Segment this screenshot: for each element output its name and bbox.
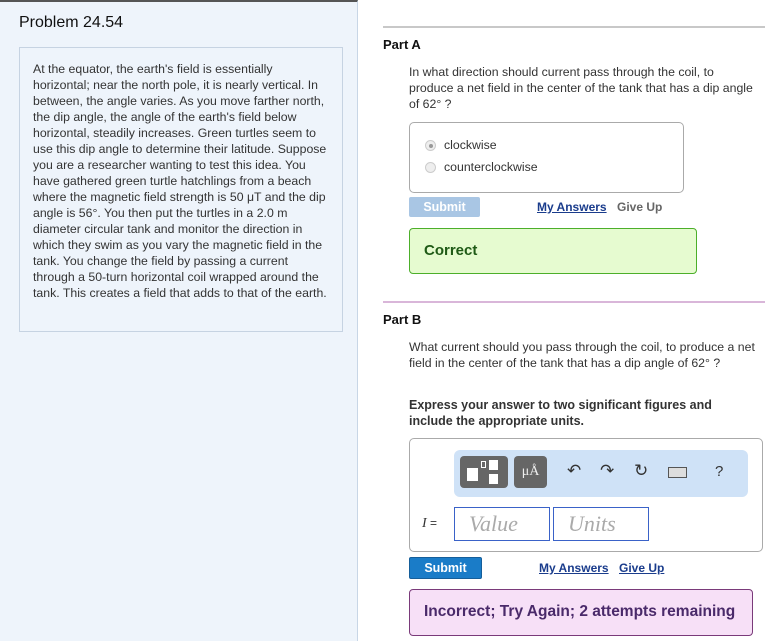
part-b-submit-button[interactable]: Submit (409, 557, 482, 579)
option-label: clockwise (444, 138, 497, 152)
radio-selected-icon[interactable] (425, 139, 436, 151)
part-a-question: In what direction should current pass th… (409, 65, 753, 111)
part-a-submit-button[interactable]: Submit (409, 197, 480, 217)
help-button[interactable]: ? (715, 463, 723, 480)
radio-icon[interactable] (425, 161, 436, 173)
correct-feedback: Correct (409, 228, 697, 274)
problem-intro: At the equator, the earth's field is ess… (19, 47, 343, 332)
part-a-my-answers-link[interactable]: My Answers (537, 200, 607, 214)
part-a-give-up-disabled: Give Up (617, 200, 663, 214)
option-label: counterclockwise (444, 160, 538, 174)
option-clockwise[interactable]: clockwise (425, 134, 668, 156)
part-b-instruction: Express your answer to two significant f… (409, 398, 712, 428)
templates-button[interactable] (460, 456, 508, 488)
math-toolbar: μÅ ↶ ↷ ↻ ? (454, 450, 748, 497)
option-counterclockwise[interactable]: counterclockwise (425, 156, 668, 178)
part-a-divider (383, 26, 765, 28)
part-b-my-answers-link[interactable]: My Answers (539, 561, 609, 575)
answer-box: μÅ ↶ ↷ ↻ ? I = Value Units (409, 438, 763, 552)
undo-icon[interactable]: ↶ (567, 461, 581, 481)
answer-options: clockwise counterclockwise (409, 122, 684, 193)
variable-label: I = (422, 516, 438, 531)
reset-icon[interactable]: ↻ (634, 461, 648, 481)
units-input[interactable]: Units (553, 507, 649, 541)
part-b-give-up-link[interactable]: Give Up (619, 561, 664, 575)
part-b-question: What current should you pass through the… (409, 340, 755, 370)
part-b-heading: Part B (383, 312, 422, 327)
incorrect-feedback: Incorrect; Try Again; 2 attempts remaini… (409, 589, 753, 636)
units-button[interactable]: μÅ (514, 456, 547, 488)
part-a-heading: Part A (383, 37, 421, 52)
value-input[interactable]: Value (454, 507, 550, 541)
keyboard-icon[interactable] (668, 467, 687, 478)
redo-icon[interactable]: ↷ (600, 461, 614, 481)
problem-title: Problem 24.54 (19, 14, 124, 31)
part-b-divider (383, 301, 765, 303)
